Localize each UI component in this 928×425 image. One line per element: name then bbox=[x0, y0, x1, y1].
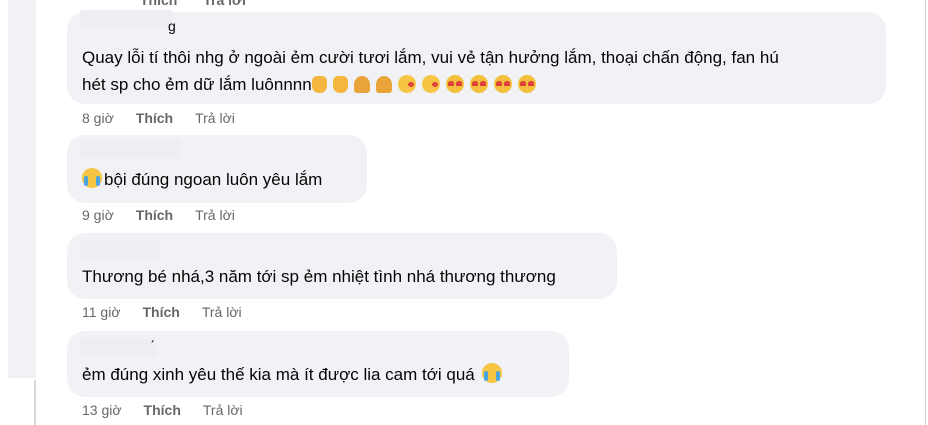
right-divider bbox=[925, 0, 926, 425]
folded-hands-icon bbox=[353, 76, 370, 93]
comment-time-4[interactable]: 13 giờ bbox=[82, 402, 122, 418]
comment-actions-2: 9 giờ Thích Trả lời bbox=[82, 207, 257, 223]
heart-eyes-cat-icon bbox=[469, 75, 488, 93]
thumbs-up-icon bbox=[332, 76, 348, 93]
comment-time-3[interactable]: 11 giờ bbox=[82, 304, 121, 320]
comment-text-4: ẻm đúng xinh yêu thế kia mà ít được lia … bbox=[82, 362, 508, 388]
crying-face-icon bbox=[82, 168, 102, 188]
top-like-link[interactable]: Thích bbox=[140, 0, 177, 8]
reply-link-1[interactable]: Trả lời bbox=[195, 110, 235, 126]
comment-text-2-text: bội đúng ngoan luôn yêu lắm bbox=[104, 170, 323, 189]
like-link-3[interactable]: Thích bbox=[143, 304, 180, 320]
comment-text-4-text: ẻm đúng xinh yêu thế kia mà ít được lia … bbox=[82, 365, 475, 384]
folded-hands-icon bbox=[375, 76, 392, 93]
comment-actions-1: 8 giờ Thích Trả lời bbox=[82, 110, 257, 126]
reply-link-3[interactable]: Trả lời bbox=[202, 304, 242, 320]
comment-text-1-line-1: Quay lỗi tí thôi nhg ở ngoài ẻm cười tươ… bbox=[82, 48, 779, 67]
top-reply-link[interactable]: Trả lời bbox=[203, 0, 246, 8]
comment-text-3: Thương bé nhá,3 năm tới sp ẻm nhiệt tình… bbox=[82, 267, 556, 286]
kissing-face-icon bbox=[421, 75, 440, 93]
comment-text-1-line-2-text: hét sp cho ẻm dữ lắm luônnnn bbox=[82, 75, 312, 94]
comment-author-1-tail: g bbox=[168, 18, 176, 34]
like-link-1[interactable]: Thích bbox=[136, 110, 173, 126]
kissing-face-icon bbox=[397, 75, 416, 93]
thumbs-up-icon bbox=[311, 76, 327, 93]
comment-time-2[interactable]: 9 giờ bbox=[82, 207, 114, 223]
reply-thread-line bbox=[34, 380, 36, 425]
reply-link-2[interactable]: Trả lời bbox=[195, 207, 235, 223]
comment-actions-4: 13 giờ Thích Trả lời bbox=[82, 402, 265, 418]
like-link-2[interactable]: Thích bbox=[136, 207, 173, 223]
emoji-row-1 bbox=[311, 72, 542, 98]
heart-eyes-cat-icon bbox=[517, 75, 536, 93]
comment-author-2[interactable] bbox=[80, 140, 180, 158]
top-partial-actions: Thích Trả lời bbox=[80, 0, 246, 8]
comment-time-1[interactable]: 8 giờ bbox=[82, 110, 114, 126]
heart-eyes-cat-icon bbox=[493, 75, 512, 93]
comment-actions-3: 11 giờ Thích Trả lời bbox=[82, 304, 264, 320]
comment-author-4[interactable] bbox=[80, 338, 156, 356]
reply-link-4[interactable]: Trả lời bbox=[203, 402, 243, 418]
comment-text-2: bội đúng ngoan luôn yêu lắm bbox=[82, 167, 322, 193]
comment-author-1[interactable] bbox=[80, 10, 172, 28]
crying-face-icon bbox=[481, 363, 502, 383]
comment-author-3[interactable] bbox=[80, 240, 160, 258]
heart-eyes-cat-icon bbox=[445, 75, 464, 93]
like-link-4[interactable]: Thích bbox=[144, 402, 181, 418]
comment-text-1-line-2: hét sp cho ẻm dữ lắm luônnnn bbox=[82, 72, 542, 98]
left-thread-rail bbox=[8, 0, 36, 378]
